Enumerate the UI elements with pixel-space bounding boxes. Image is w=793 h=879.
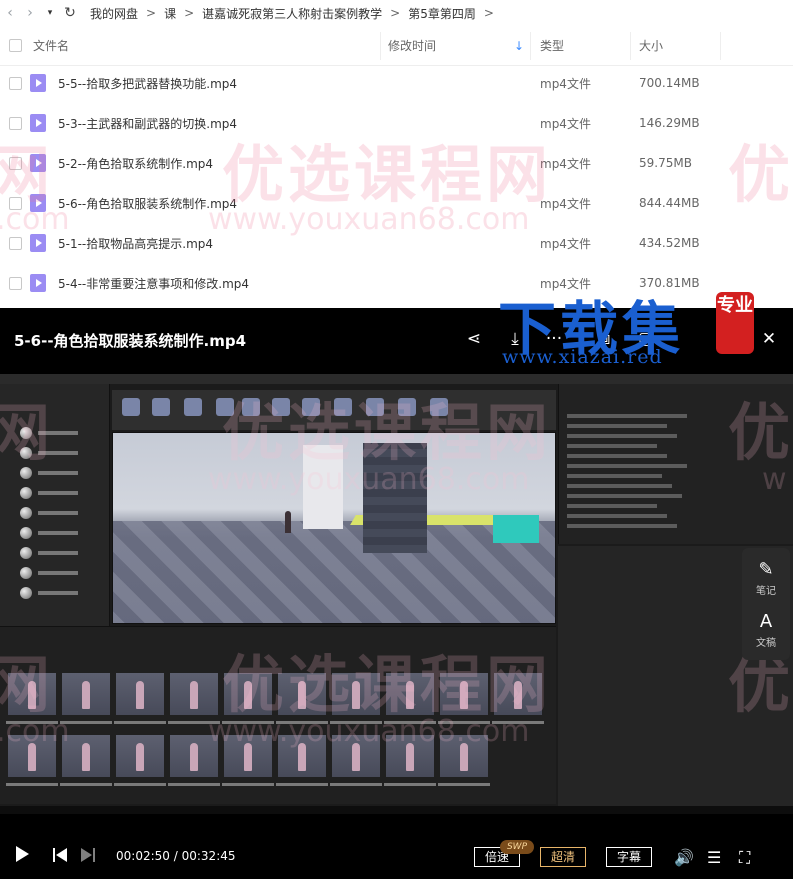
- file-type: mp4文件: [540, 76, 591, 91]
- row-checkbox[interactable]: [4, 236, 26, 250]
- subtitle-button[interactable]: 字幕: [606, 847, 652, 867]
- breadcrumb-separator: >: [483, 6, 494, 20]
- editor-outliner: [558, 384, 793, 544]
- file-size: 434.52MB: [639, 236, 700, 250]
- previous-icon[interactable]: [53, 848, 67, 862]
- file-name[interactable]: 5-1--拾取物品高亮提示.mp4: [58, 235, 213, 252]
- pip-icon[interactable]: ⧉: [592, 328, 616, 350]
- forward-icon[interactable]: ›: [20, 0, 40, 26]
- file-row[interactable]: 5-5--拾取多把武器替换功能.mp4 mp4文件 700.14MB: [0, 63, 793, 103]
- video-file-icon: [30, 274, 46, 292]
- play-icon[interactable]: [16, 846, 29, 862]
- notes-label: 笔记: [756, 586, 776, 597]
- file-type: mp4文件: [540, 276, 591, 291]
- video-player: 5-6--角色拾取服装系统制作.mp4 ⋖ ⤓ ··· ⧉ ▢ — ✕ 网 优选…: [0, 308, 793, 879]
- file-name[interactable]: 5-4--非常重要注意事项和修改.mp4: [58, 275, 249, 292]
- row-checkbox[interactable]: [4, 196, 26, 210]
- next-icon[interactable]: [81, 848, 95, 862]
- file-size: 700.14MB: [639, 76, 700, 90]
- close-icon[interactable]: ✕: [757, 328, 781, 350]
- editor-menubar: [0, 374, 793, 384]
- playlist-icon[interactable]: ☰: [707, 848, 721, 867]
- swp-badge: SWP: [500, 840, 534, 854]
- column-header-name[interactable]: 文件名: [33, 37, 69, 54]
- file-list-header: 文件名 修改时间 ↓ 类型 大小: [0, 26, 793, 66]
- document-icon: A: [759, 611, 773, 632]
- file-size: 370.81MB: [639, 276, 700, 290]
- transcript-label: 文稿: [756, 638, 776, 649]
- file-row[interactable]: 5-2--角色拾取系统制作.mp4 mp4文件 59.75MB: [0, 143, 793, 183]
- column-divider: [380, 32, 381, 60]
- video-file-icon: [30, 234, 46, 252]
- file-size: 59.75MB: [639, 156, 692, 170]
- editor-viewport: [112, 432, 556, 624]
- file-name[interactable]: 5-2--角色拾取系统制作.mp4: [58, 155, 213, 172]
- file-row[interactable]: 5-1--拾取物品高亮提示.mp4 mp4文件 434.52MB: [0, 223, 793, 263]
- column-header-modified[interactable]: 修改时间: [388, 37, 436, 54]
- quality-button[interactable]: 超清: [540, 847, 586, 867]
- transcript-button[interactable]: A 文稿: [742, 611, 790, 650]
- back-icon[interactable]: ‹: [0, 0, 20, 26]
- breadcrumb-separator: >: [184, 6, 195, 20]
- side-panel: ✎ 笔记 A 文稿: [742, 548, 790, 660]
- breadcrumb-bar: ‹ › ▾ ↻ 我的网盘 > 课 > 谌嘉诚死寂第三人称射击案例教学 > 第5章…: [0, 0, 793, 26]
- video-taskbar: [0, 806, 793, 814]
- breadcrumb-item-series[interactable]: 谌嘉诚死寂第三人称射击案例教学: [202, 5, 382, 22]
- window-icon[interactable]: ▢: [634, 328, 658, 350]
- column-header-type[interactable]: 类型: [540, 37, 564, 54]
- video-file-icon: [30, 74, 46, 92]
- video-file-icon: [30, 194, 46, 212]
- fullscreen-icon[interactable]: ⛶: [739, 848, 750, 868]
- notes-button[interactable]: ✎ 笔记: [742, 559, 790, 598]
- player-controls: 00:02:50 / 00:32:45 倍速 SWP 超清 字幕 🔊 ☰ ⛶: [0, 828, 793, 879]
- breadcrumb-item-course[interactable]: 课: [164, 5, 176, 22]
- file-row[interactable]: 5-3--主武器和副武器的切换.mp4 mp4文件 146.29MB: [0, 103, 793, 143]
- download-icon[interactable]: ⤓: [503, 328, 527, 350]
- video-file-icon: [30, 154, 46, 172]
- file-size: 146.29MB: [639, 116, 700, 130]
- editor-content-browser: [0, 626, 556, 804]
- video-file-icon: [30, 114, 46, 132]
- row-checkbox[interactable]: [4, 276, 26, 290]
- breadcrumb-separator: >: [146, 6, 157, 20]
- select-all-checkbox[interactable]: [4, 39, 26, 52]
- file-type: mp4文件: [540, 196, 591, 211]
- file-type: mp4文件: [540, 156, 591, 171]
- current-time: 00:02:50: [116, 849, 170, 863]
- note-icon: ✎: [758, 559, 774, 580]
- column-divider: [630, 32, 631, 60]
- sort-desc-icon[interactable]: ↓: [514, 39, 524, 53]
- column-divider: [530, 32, 531, 60]
- time-separator: /: [173, 849, 178, 863]
- total-time: 00:32:45: [181, 849, 236, 863]
- volume-icon[interactable]: 🔊: [674, 848, 694, 867]
- share-icon[interactable]: ⋖: [462, 328, 486, 350]
- more-icon[interactable]: ···: [542, 328, 566, 350]
- row-checkbox[interactable]: [4, 116, 26, 130]
- file-name[interactable]: 5-6--角色拾取服装系统制作.mp4: [58, 195, 237, 212]
- file-size: 844.44MB: [639, 196, 700, 210]
- minimize-icon[interactable]: —: [712, 328, 736, 350]
- breadcrumb-item-chapter[interactable]: 第5章第四周: [408, 5, 476, 22]
- breadcrumb-item-my-drive[interactable]: 我的网盘: [90, 5, 138, 22]
- file-type: mp4文件: [540, 236, 591, 251]
- column-divider: [720, 32, 721, 60]
- file-name[interactable]: 5-5--拾取多把武器替换功能.mp4: [58, 75, 237, 92]
- file-row[interactable]: 5-6--角色拾取服装系统制作.mp4 mp4文件 844.44MB: [0, 183, 793, 223]
- refresh-icon[interactable]: ↻: [60, 0, 80, 26]
- file-name[interactable]: 5-3--主武器和副武器的切换.mp4: [58, 115, 237, 132]
- file-type: mp4文件: [540, 116, 591, 131]
- playback-time: 00:02:50 / 00:32:45: [116, 849, 236, 863]
- column-header-size[interactable]: 大小: [639, 37, 663, 54]
- editor-place-panel: [0, 384, 110, 634]
- file-row[interactable]: 5-4--非常重要注意事项和修改.mp4 mp4文件 370.81MB: [0, 263, 793, 303]
- history-dropdown-icon[interactable]: ▾: [40, 0, 60, 26]
- editor-toolbar: [112, 390, 556, 430]
- video-title: 5-6--角色拾取服装系统制作.mp4: [14, 332, 247, 350]
- row-checkbox[interactable]: [4, 76, 26, 90]
- row-checkbox[interactable]: [4, 156, 26, 170]
- video-frame[interactable]: 网 优选课程网 优 www.youxuan68.com w 网 优选课程网 优 …: [0, 374, 793, 814]
- breadcrumb-separator: >: [390, 6, 401, 20]
